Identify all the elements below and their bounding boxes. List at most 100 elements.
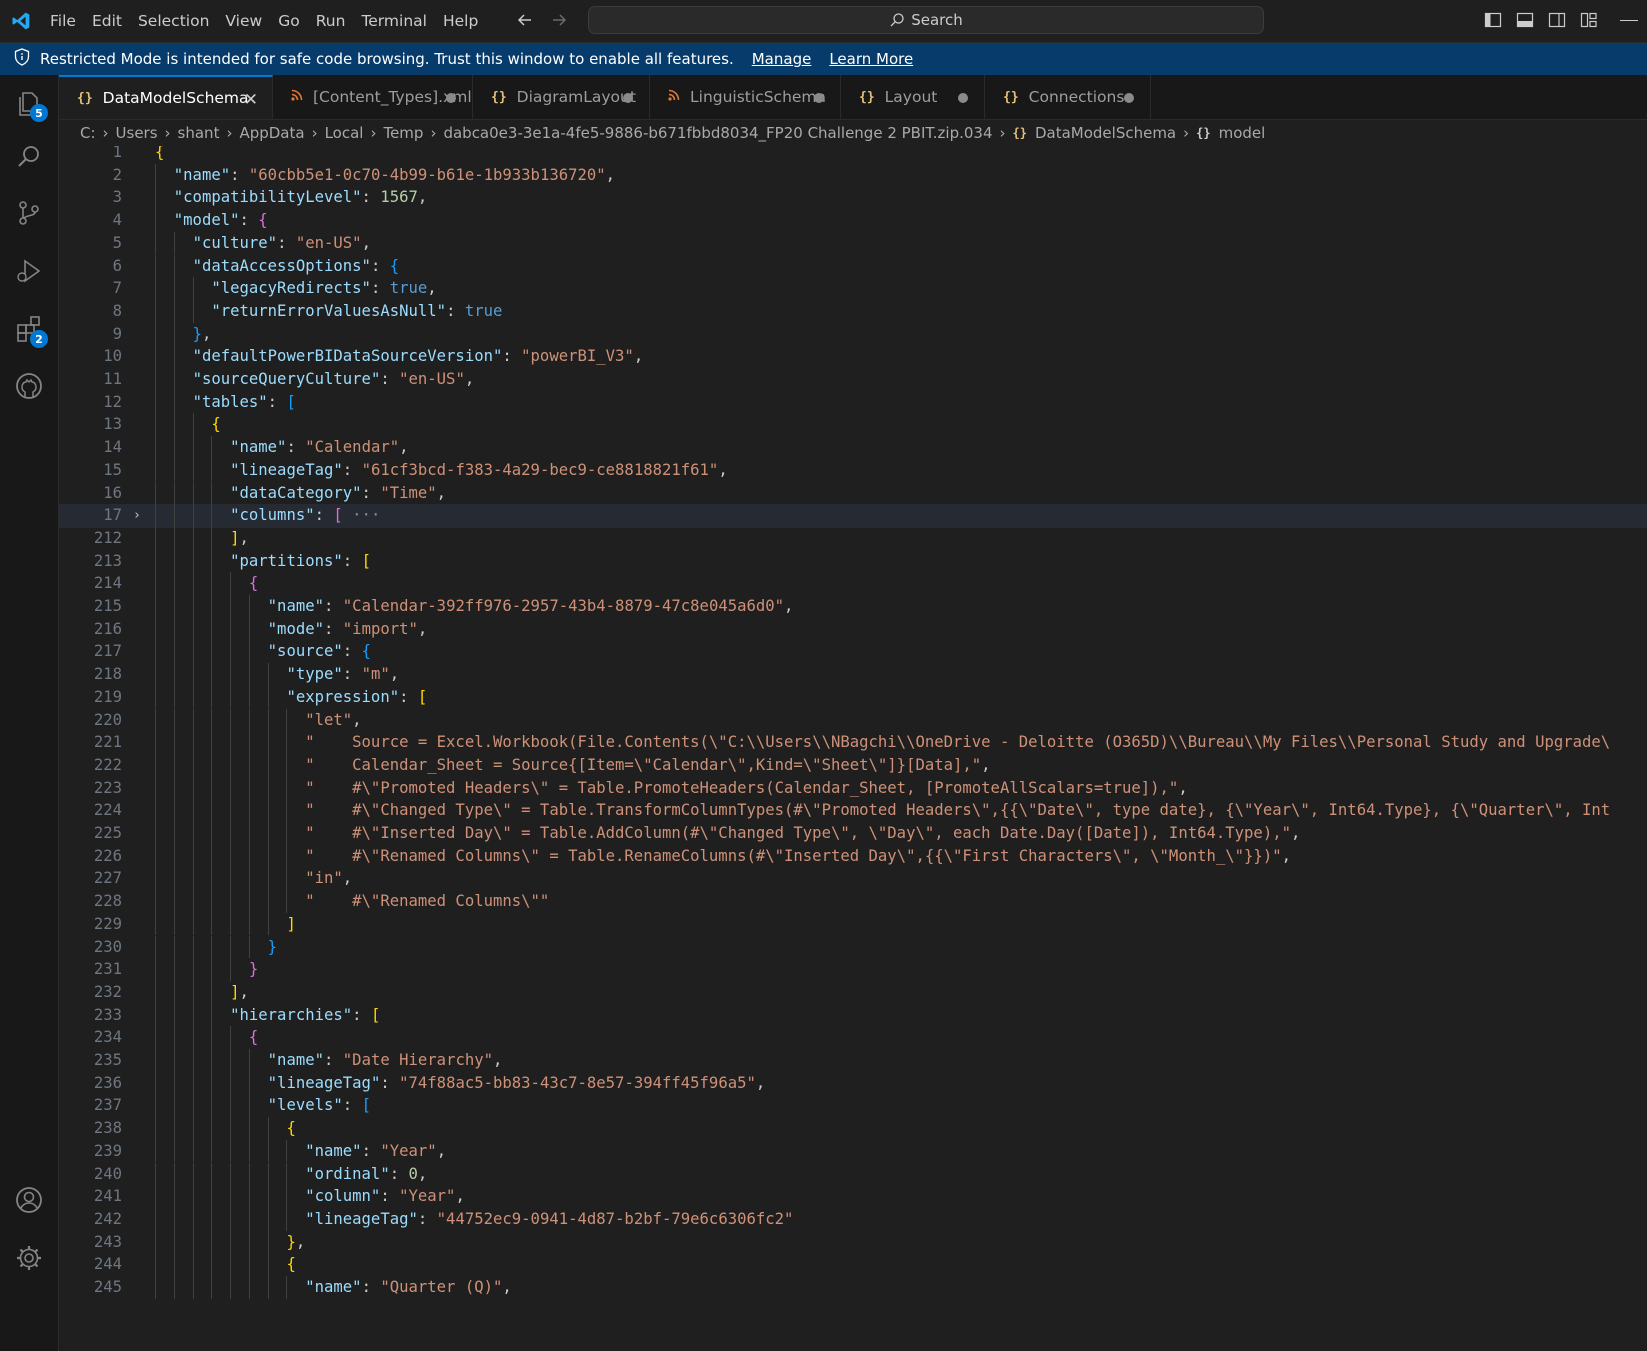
- search-view-icon[interactable]: [11, 139, 47, 175]
- tab-diagramlayout[interactable]: {} DiagramLayout: [473, 75, 650, 119]
- breadcrumb-item[interactable]: Temp: [383, 124, 423, 142]
- code-line[interactable]: 8 "returnErrorValuesAsNull": true: [59, 300, 1647, 324]
- code-line[interactable]: 231 }: [59, 958, 1647, 982]
- code-line[interactable]: 228 " #\"Renamed Columns\"": [59, 890, 1647, 914]
- code-line[interactable]: 237 "levels": [: [59, 1094, 1647, 1118]
- breadcrumb-item[interactable]: dabca0e3-3e1a-4fe5-9886-b671fbbd8034_FP2…: [443, 124, 992, 142]
- tab-datamodelschema[interactable]: {} DataModelSchema ✕: [59, 75, 273, 119]
- code-line[interactable]: 5 "culture": "en-US",: [59, 232, 1647, 256]
- breadcrumb-item[interactable]: Local: [325, 124, 364, 142]
- code-line[interactable]: 10 "defaultPowerBIDataSourceVersion": "p…: [59, 345, 1647, 369]
- code-line[interactable]: 239 "name": "Year",: [59, 1140, 1647, 1164]
- accounts-icon[interactable]: [11, 1182, 47, 1218]
- breadcrumb-item[interactable]: Users: [116, 124, 158, 142]
- tab-linguisticschema[interactable]: LinguisticSchema: [650, 75, 841, 119]
- code-line[interactable]: 4 "model": {: [59, 209, 1647, 233]
- code-line[interactable]: 16 "dataCategory": "Time",: [59, 482, 1647, 506]
- menu-view[interactable]: View: [217, 12, 270, 30]
- breadcrumb-item[interactable]: shant: [178, 124, 220, 142]
- close-icon[interactable]: ✕: [244, 90, 258, 110]
- code-line[interactable]: 240 "ordinal": 0,: [59, 1163, 1647, 1187]
- code-line[interactable]: 245 "name": "Quarter (Q)",: [59, 1276, 1647, 1300]
- toggle-secondary-sidebar-icon[interactable]: [1548, 11, 1566, 33]
- code-line[interactable]: 222 " Calendar_Sheet = Source{[Item=\"Ca…: [59, 754, 1647, 778]
- toggle-primary-sidebar-icon[interactable]: [1484, 11, 1502, 33]
- code-line[interactable]: 12 "tables": [: [59, 391, 1647, 415]
- code-line[interactable]: 15 "lineageTag": "61cf3bcd-f383-4a29-bec…: [59, 459, 1647, 483]
- code-line[interactable]: 223 " #\"Promoted Headers\" = Table.Prom…: [59, 777, 1647, 801]
- code-editor[interactable]: 1{2 "name": "60cbb5e1-0c70-4b99-b61e-1b9…: [59, 146, 1647, 1351]
- tab-content-types[interactable]: [Content_Types].xml: [273, 75, 473, 119]
- toggle-panel-icon[interactable]: [1516, 11, 1534, 33]
- menu-edit[interactable]: Edit: [84, 12, 130, 30]
- menu-run[interactable]: Run: [308, 12, 354, 30]
- code-line[interactable]: 225 " #\"Inserted Day\" = Table.AddColum…: [59, 822, 1647, 846]
- code-line[interactable]: 213 "partitions": [: [59, 550, 1647, 574]
- menu-go[interactable]: Go: [270, 12, 308, 30]
- code-line[interactable]: 13 {: [59, 413, 1647, 437]
- unsaved-dot-icon[interactable]: [446, 93, 456, 103]
- code-line[interactable]: 242 "lineageTag": "44752ec9-0941-4d87-b2…: [59, 1208, 1647, 1232]
- code-line[interactable]: 17 › "columns": [ ···: [59, 504, 1647, 528]
- code-line[interactable]: 238 {: [59, 1117, 1647, 1141]
- code-line[interactable]: 1{: [59, 146, 1647, 165]
- code-line[interactable]: 2 "name": "60cbb5e1-0c70-4b99-b61e-1b933…: [59, 164, 1647, 188]
- code-line[interactable]: 229 ]: [59, 913, 1647, 937]
- code-line[interactable]: 233 "hierarchies": [: [59, 1004, 1647, 1028]
- menu-help[interactable]: Help: [435, 12, 486, 30]
- learn-more-link[interactable]: Learn More: [829, 50, 913, 68]
- code-line[interactable]: 216 "mode": "import",: [59, 618, 1647, 642]
- tab-connections[interactable]: {} Connections: [985, 75, 1151, 119]
- extensions-icon[interactable]: 2: [11, 311, 48, 348]
- code-line[interactable]: 217 "source": {: [59, 640, 1647, 664]
- code-line[interactable]: 227 "in",: [59, 867, 1647, 891]
- code-line[interactable]: 212 ],: [59, 527, 1647, 551]
- code-line[interactable]: 9 },: [59, 323, 1647, 347]
- breadcrumb-item[interactable]: AppData: [239, 124, 304, 142]
- minimize-button[interactable]: [1620, 20, 1638, 21]
- fold-chevron-icon[interactable]: ›: [133, 504, 141, 528]
- code-line[interactable]: 14 "name": "Calendar",: [59, 436, 1647, 460]
- manage-gear-icon[interactable]: [11, 1240, 47, 1276]
- breadcrumb-item[interactable]: model: [1219, 124, 1266, 142]
- code-line[interactable]: 7 "legacyRedirects": true,: [59, 277, 1647, 301]
- menu-terminal[interactable]: Terminal: [353, 12, 435, 30]
- manage-link[interactable]: Manage: [752, 50, 812, 68]
- code-line[interactable]: 226 " #\"Renamed Columns\" = Table.Renam…: [59, 845, 1647, 869]
- unsaved-dot-icon[interactable]: [1124, 93, 1134, 103]
- back-arrow-icon[interactable]: [515, 10, 535, 34]
- code-line[interactable]: 244 {: [59, 1253, 1647, 1277]
- forward-arrow-icon[interactable]: [549, 10, 569, 34]
- unsaved-dot-icon[interactable]: [814, 93, 824, 103]
- unsaved-dot-icon[interactable]: [623, 93, 633, 103]
- code-line[interactable]: 11 "sourceQueryCulture": "en-US",: [59, 368, 1647, 392]
- code-line[interactable]: 6 "dataAccessOptions": {: [59, 255, 1647, 279]
- menu-selection[interactable]: Selection: [130, 12, 217, 30]
- code-line[interactable]: 214 {: [59, 572, 1647, 596]
- code-line[interactable]: 232 ],: [59, 981, 1647, 1005]
- code-line[interactable]: 218 "type": "m",: [59, 663, 1647, 687]
- code-line[interactable]: 3 "compatibilityLevel": 1567,: [59, 186, 1647, 210]
- breadcrumb-item[interactable]: DataModelSchema: [1035, 124, 1176, 142]
- run-and-debug-icon[interactable]: [11, 253, 47, 289]
- code-line[interactable]: 243 },: [59, 1231, 1647, 1255]
- code-line[interactable]: 236 "lineageTag": "74f88ac5-bb83-43c7-8e…: [59, 1072, 1647, 1096]
- tab-layout[interactable]: {} Layout: [841, 75, 985, 119]
- github-icon[interactable]: [11, 368, 47, 404]
- command-center-search[interactable]: Search: [588, 6, 1264, 34]
- code-line[interactable]: 234 {: [59, 1026, 1647, 1050]
- unsaved-dot-icon[interactable]: [958, 93, 968, 103]
- breadcrumb-item[interactable]: C:: [80, 124, 96, 142]
- code-line[interactable]: 219 "expression": [: [59, 686, 1647, 710]
- source-control-icon[interactable]: [11, 195, 47, 231]
- code-line[interactable]: 230 }: [59, 936, 1647, 960]
- code-line[interactable]: 224 " #\"Changed Type\" = Table.Transfor…: [59, 799, 1647, 823]
- code-line[interactable]: 215 "name": "Calendar-392ff976-2957-43b4…: [59, 595, 1647, 619]
- explorer-icon[interactable]: 5: [11, 85, 48, 122]
- code-line[interactable]: 235 "name": "Date Hierarchy",: [59, 1049, 1647, 1073]
- customize-layout-icon[interactable]: [1580, 11, 1598, 33]
- menu-file[interactable]: File: [42, 12, 84, 30]
- code-line[interactable]: 241 "column": "Year",: [59, 1185, 1647, 1209]
- code-line[interactable]: 221 " Source = Excel.Workbook(File.Conte…: [59, 731, 1647, 755]
- code-line[interactable]: 220 "let",: [59, 709, 1647, 733]
